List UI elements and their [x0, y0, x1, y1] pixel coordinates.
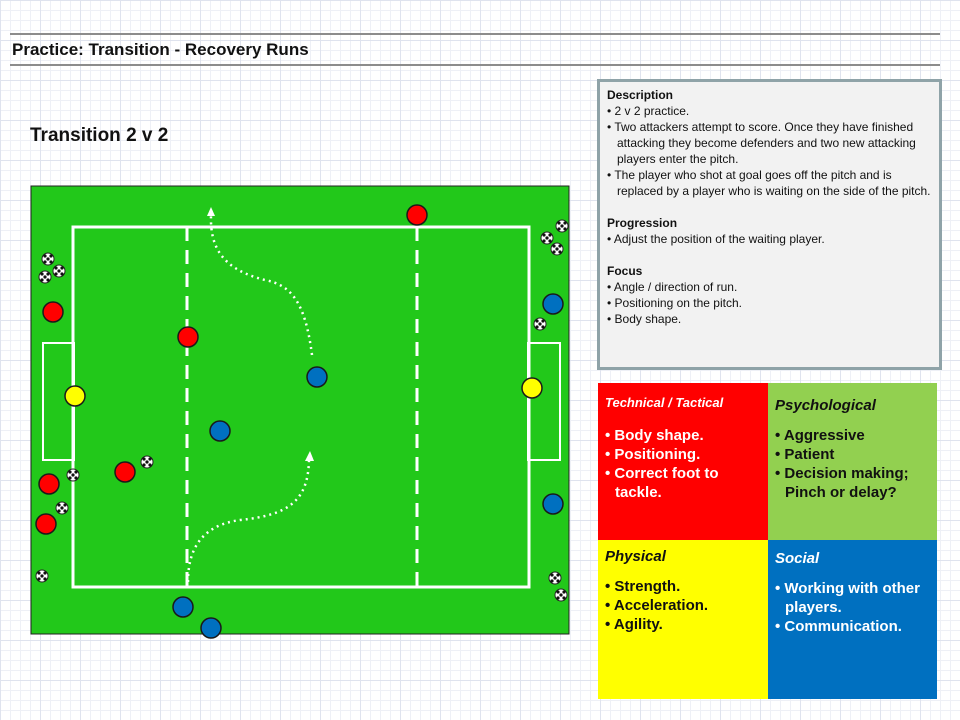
ball-icon [548, 571, 562, 585]
focus-bullet: • Angle / direction of run. [607, 280, 738, 294]
ball-icon [540, 231, 554, 245]
physical-item: • Acceleration. [605, 597, 709, 614]
ball-icon [554, 588, 568, 602]
red-player [38, 473, 60, 495]
psychological-title: Psychological [775, 397, 876, 414]
focus-heading: Focus [607, 264, 643, 278]
description-bullet: • The player who shot at goal goes off t… [607, 168, 931, 198]
psychological-panel: Psychological • Aggressive • Patient • D… [768, 383, 937, 540]
goalkeeper [521, 377, 543, 399]
ball-icon [52, 264, 66, 278]
social-item: • Communication. [775, 618, 902, 635]
psychological-item: • Patient [775, 446, 835, 463]
social-item: • Working with other players. [775, 580, 920, 616]
blue-player [542, 493, 564, 515]
technical-item: • Body shape. [605, 427, 704, 444]
psychological-item: • Decision making; Pinch or delay? [775, 465, 909, 501]
technical-item: • Positioning. [605, 446, 701, 463]
blue-player [172, 596, 194, 618]
blue-player [209, 420, 231, 442]
red-player [114, 461, 136, 483]
ball-icon [66, 468, 80, 482]
ball-icon [555, 219, 569, 233]
ball-icon [533, 317, 547, 331]
blue-player [306, 366, 328, 388]
blue-player [200, 617, 222, 639]
red-player [406, 204, 428, 226]
ball-icon [35, 569, 49, 583]
focus-bullet: • Positioning on the pitch. [607, 296, 742, 310]
pitch-surface [30, 185, 570, 635]
description-heading: Description [607, 88, 674, 102]
technical-item: • Correct foot to tackle. [605, 465, 719, 501]
ball-icon [550, 242, 564, 256]
ball-icon [38, 270, 52, 284]
ball-icon [140, 455, 154, 469]
red-player [177, 326, 199, 348]
ball-icon [41, 252, 55, 266]
description-bullet: • Two attackers attempt to score. Once t… [607, 120, 916, 166]
blue-player [542, 293, 564, 315]
description-panel: Description • 2 v 2 practice. • Two atta… [597, 79, 942, 370]
progression-heading: Progression [607, 216, 678, 230]
physical-title: Physical [605, 548, 666, 565]
red-player [35, 513, 57, 535]
physical-item: • Agility. [605, 616, 663, 633]
social-title: Social [775, 550, 820, 567]
physical-item: • Strength. [605, 578, 681, 595]
social-panel: Social • Working with other players. • C… [768, 540, 937, 699]
goalkeeper [64, 385, 86, 407]
progression-bullet: • Adjust the position of the waiting pla… [607, 232, 825, 246]
technical-tactical-panel: Technical / Tactical • Body shape. • Pos… [598, 383, 768, 540]
physical-panel: Physical • Strength. • Acceleration. • A… [598, 540, 768, 699]
psychological-item: • Aggressive [775, 427, 865, 444]
ball-icon [55, 501, 69, 515]
red-player [42, 301, 64, 323]
focus-bullet: • Body shape. [607, 312, 682, 326]
description-bullet: • 2 v 2 practice. [607, 104, 690, 118]
technical-title: Technical / Tactical [605, 395, 724, 410]
